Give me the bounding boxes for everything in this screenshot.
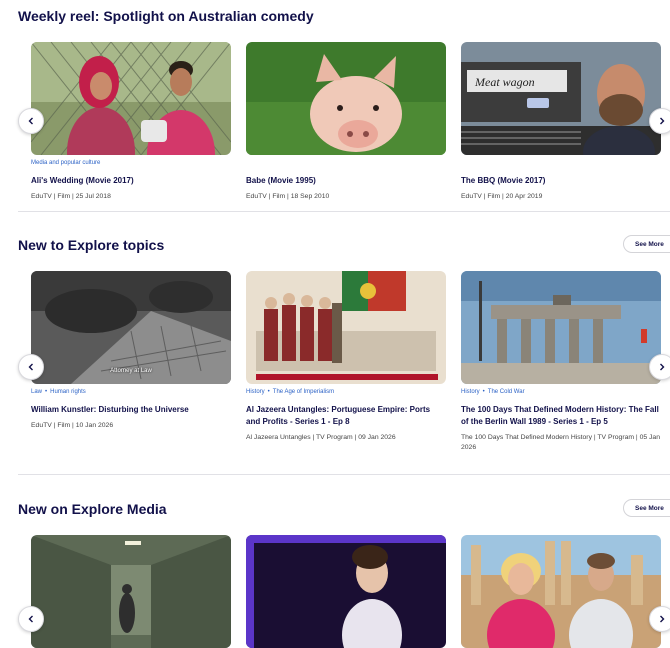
section-weekly-reel: Weekly reel: Spotlight on Australian com… [0, 0, 670, 212]
card-tags [246, 160, 446, 168]
card-meta: EduTV | Film | 25 Jul 2018 [31, 193, 111, 200]
carousel-prev-button[interactable] [18, 108, 44, 134]
card-babe[interactable]: Babe (Movie 1995) EduTV | Film | 18 Sep … [246, 42, 446, 202]
image-caption: Attorney at Law [110, 368, 152, 374]
card-tags: History • The Cold War [461, 389, 661, 397]
card-william-kunstler[interactable]: Attorney at Law Law • Human rights William… [31, 271, 231, 431]
see-more-button[interactable]: See More [623, 499, 670, 517]
tag-link[interactable]: The Cold War [488, 389, 525, 395]
card-meta: EduTV | Film | 20 Apr 2019 [461, 193, 543, 200]
van-sign-text: Meat wagon [474, 75, 535, 89]
card-title[interactable]: William Kunstler: Disturbing the Univers… [31, 404, 231, 416]
chevron-right-icon [660, 615, 665, 623]
card-media-3[interactable] [461, 535, 661, 648]
card-the-bbq[interactable]: Meat wagon The BBQ (Movie 2017) EduTV | … [461, 42, 661, 202]
tag-separator: • [45, 389, 48, 395]
tag-link[interactable]: The Age of Imperialism [273, 389, 334, 395]
tag-link[interactable]: History [246, 389, 265, 395]
carousel-next-button[interactable] [649, 354, 670, 380]
card-meta: EduTV | Film | 10 Jan 2026 [31, 422, 114, 429]
card-berlin-wall[interactable]: History • The Cold War The 100 Days That D… [461, 271, 661, 453]
card-title[interactable]: Al Jazeera Untangles: Portuguese Empire:… [246, 404, 446, 428]
carousel-prev-button[interactable] [18, 606, 44, 632]
see-more-button[interactable]: See More [623, 235, 670, 253]
card-tags [461, 160, 661, 168]
tag-link[interactable]: History [461, 389, 480, 395]
chevron-left-icon [28, 615, 33, 623]
thumbnail[interactable] [246, 535, 446, 648]
card-portuguese-empire[interactable]: History • The Age of Imperialism Al Jazeer… [246, 271, 446, 443]
chevron-right-icon [660, 117, 665, 125]
card-meta: Al Jazeera Untangles | TV Program | 09 J… [246, 434, 396, 441]
carousel-prev-button[interactable] [18, 354, 44, 380]
card-title[interactable]: The BBQ (Movie 2017) [461, 175, 661, 187]
thumbnail[interactable] [461, 271, 661, 384]
thumbnail[interactable] [461, 535, 661, 648]
card-title[interactable]: The 100 Days That Defined Modern History… [461, 404, 661, 428]
tag-separator: • [267, 389, 270, 395]
chevron-right-icon [660, 363, 665, 371]
section-new-on-explore-media: New on Explore Media See More [0, 475, 670, 648]
card-tags: History • The Age of Imperialism [246, 389, 446, 397]
card-meta: The 100 Days That Defined Modern History… [461, 434, 660, 451]
chevron-left-icon [28, 363, 33, 371]
thumbnail[interactable] [246, 42, 446, 155]
tag-separator: • [482, 389, 485, 395]
tag-link[interactable]: Law [31, 389, 42, 395]
thumbnail[interactable]: Meat wagon [461, 42, 661, 155]
carousel-next-button[interactable] [649, 108, 670, 134]
section-title: Weekly reel: Spotlight on Australian com… [18, 8, 314, 24]
carousel-next-button[interactable] [649, 606, 670, 632]
card-title[interactable]: Babe (Movie 1995) [246, 175, 446, 187]
card-tags: Media and popular culture [31, 160, 231, 168]
thumbnail[interactable] [31, 535, 231, 648]
tag-link[interactable]: Media and popular culture [31, 160, 100, 166]
section-title: New on Explore Media [18, 501, 167, 517]
card-tags: Law • Human rights [31, 389, 231, 397]
thumbnail[interactable] [246, 271, 446, 384]
card-meta: EduTV | Film | 18 Sep 2010 [246, 193, 330, 200]
section-new-to-explore-topics: New to Explore topics See More Attorney … [0, 212, 670, 475]
card-media-1[interactable] [31, 535, 231, 648]
chevron-left-icon [28, 117, 33, 125]
thumbnail[interactable] [31, 42, 231, 155]
card-title[interactable]: Ali's Wedding (Movie 2017) [31, 175, 231, 187]
section-title: New to Explore topics [18, 237, 165, 253]
card-media-2[interactable] [246, 535, 446, 648]
thumbnail[interactable]: Attorney at Law [31, 271, 231, 384]
tag-link[interactable]: Human rights [50, 389, 86, 395]
card-alis-wedding[interactable]: Media and popular culture Ali's Wedding … [31, 42, 231, 202]
